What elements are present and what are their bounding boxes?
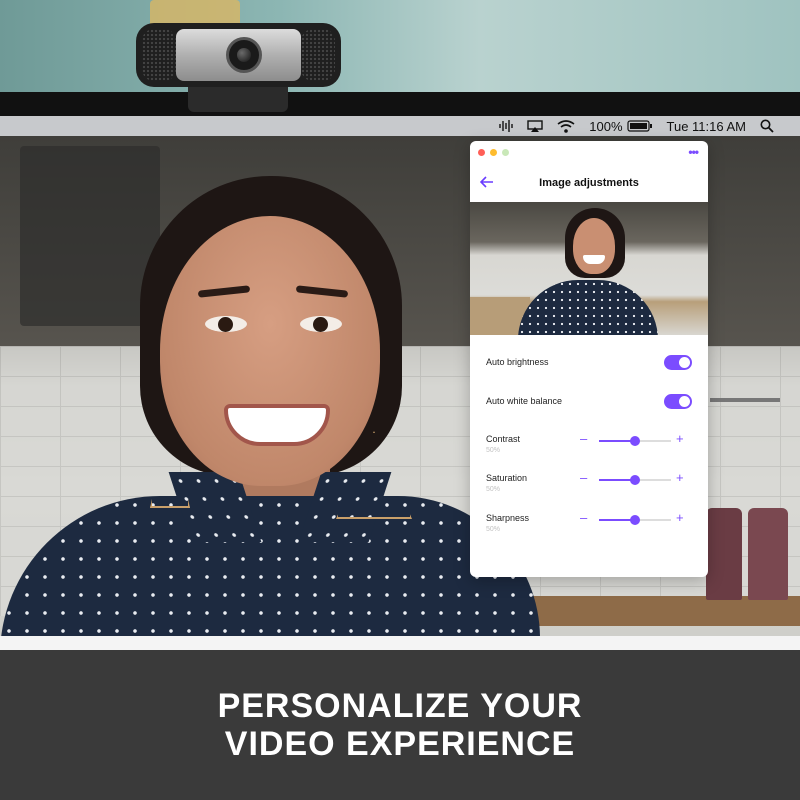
person-smile [224, 404, 330, 446]
monitor-top-bezel [0, 92, 800, 116]
saturation-increase-button[interactable]: + [676, 470, 684, 485]
saturation-slider[interactable] [599, 475, 671, 485]
preview-person-face [573, 218, 615, 274]
person-eye [205, 316, 247, 332]
window-titlebar: ••• [470, 141, 708, 163]
webcam-faceplate [176, 29, 301, 81]
sharpness-row: Sharpness 50% – + [470, 510, 708, 533]
sharpness-increase-button[interactable]: + [676, 510, 684, 525]
webcam [136, 23, 341, 87]
contrast-increase-button[interactable]: + [676, 431, 684, 446]
menubar-clock[interactable]: Tue 11:16 AM [667, 119, 747, 134]
contrast-decrease-button[interactable]: – [580, 431, 587, 446]
product-image: 100% Tue 11:16 AM ••• Image adjustments … [0, 0, 800, 800]
saturation-label: Saturation [486, 473, 528, 483]
kitchen-bottle [748, 508, 788, 600]
airplay-icon[interactable] [527, 119, 543, 133]
kitchen-bottle [706, 508, 742, 600]
contrast-value: 50% [486, 447, 501, 454]
sharpness-decrease-button[interactable]: – [580, 510, 587, 525]
more-icon[interactable]: ••• [688, 145, 699, 159]
menu-bar: 100% Tue 11:16 AM [0, 116, 800, 136]
battery-icon [626, 120, 652, 132]
saturation-decrease-button[interactable]: – [580, 470, 587, 485]
banner-headline-line-1: PERSONALIZE YOUR [217, 687, 583, 725]
battery-percent: 100% [589, 118, 623, 134]
contrast-slider-knob[interactable] [630, 436, 640, 446]
person-shirt [0, 496, 540, 636]
close-window-button[interactable] [478, 149, 485, 156]
audio-waveform-icon[interactable] [499, 120, 513, 132]
image-adjustments-window: ••• Image adjustments Auto brightness Au… [470, 141, 708, 577]
auto-white-balance-row: Auto white balance [470, 393, 708, 413]
contrast-slider[interactable] [599, 436, 671, 446]
sharpness-label: Sharpness [486, 513, 530, 523]
auto-brightness-label: Auto brightness [486, 357, 549, 367]
saturation-row: Saturation 50% – + [470, 470, 708, 493]
preview-person-smile [583, 255, 605, 264]
auto-white-balance-toggle[interactable] [664, 394, 692, 409]
search-icon[interactable] [760, 119, 774, 133]
battery-status[interactable]: 100% [589, 119, 652, 134]
auto-brightness-row: Auto brightness [470, 354, 708, 374]
saturation-value: 50% [486, 486, 501, 493]
person-eye [300, 316, 342, 332]
saturation-slider-knob[interactable] [630, 475, 640, 485]
webcam-lens [226, 37, 262, 73]
wifi-icon[interactable] [557, 119, 575, 133]
sharpness-slider[interactable] [599, 515, 671, 525]
minimize-window-button[interactable] [490, 149, 497, 156]
window-title: Image adjustments [539, 177, 639, 189]
auto-white-balance-label: Auto white balance [486, 396, 563, 406]
marketing-banner: PERSONALIZE YOUR VIDEO EXPERIENCE [0, 650, 800, 800]
sharpness-slider-knob[interactable] [630, 515, 640, 525]
contrast-label: Contrast [486, 434, 521, 444]
monitor-bottom-bezel [0, 636, 800, 650]
sharpness-value: 50% [486, 526, 501, 533]
window-header: Image adjustments [470, 171, 708, 195]
banner-headline-line-2: VIDEO EXPERIENCE [224, 725, 576, 763]
webcam-speaker-grille [301, 29, 335, 81]
background-wall [0, 0, 800, 92]
camera-preview [470, 202, 708, 335]
contrast-row: Contrast 50% – + [470, 431, 708, 454]
zoom-window-button[interactable] [502, 149, 509, 156]
preview-person-body [518, 280, 658, 335]
auto-brightness-toggle[interactable] [664, 355, 692, 370]
webcam-speaker-grille [142, 29, 176, 81]
kitchen-rail [710, 398, 780, 402]
